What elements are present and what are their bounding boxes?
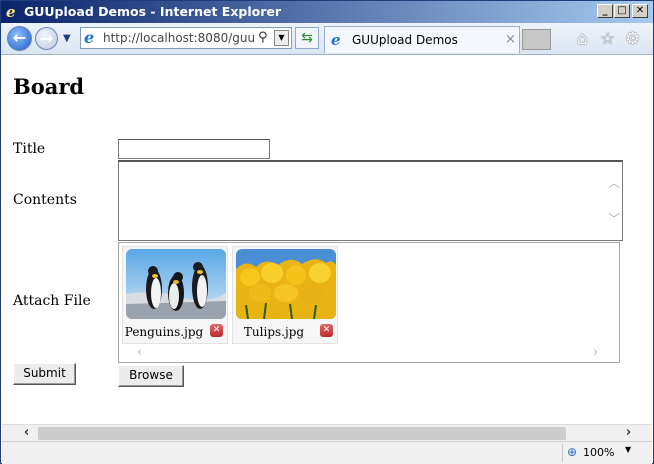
new-tab-button[interactable] <box>522 29 551 50</box>
contents-scrollbar[interactable]: ︿ ﹀ <box>605 162 622 240</box>
penguins-image <box>126 249 226 319</box>
favorites-star-icon[interactable]: ☆ <box>600 29 615 49</box>
zoom-control[interactable]: ⊕ 100% ▼ <box>562 444 642 462</box>
refresh-icon: ⇆ <box>301 30 313 46</box>
attachment-name: Tulips.jpg <box>243 325 305 339</box>
attachment-item[interactable]: Penguins.jpg ✕ <box>122 246 228 344</box>
home-icon[interactable]: ⌂ <box>577 29 588 49</box>
scroll-right-icon[interactable]: › <box>593 345 598 360</box>
tab-close-icon[interactable]: × <box>505 32 516 47</box>
recent-pages-dropdown-icon[interactable]: ▼ <box>63 33 71 44</box>
page-horizontal-scrollbar[interactable]: ‹ › <box>2 424 652 441</box>
attach-file-label: Attach File <box>13 293 91 309</box>
forward-button[interactable]: → <box>35 27 58 50</box>
submit-button[interactable]: Submit <box>13 363 76 385</box>
address-dropdown-icon[interactable]: ▼ <box>274 30 289 46</box>
compatibility-refresh-button[interactable]: ⇆ <box>295 27 319 49</box>
title-label: Title <box>13 141 46 157</box>
title-input[interactable] <box>118 139 270 159</box>
zoom-magnifier-icon: ⊕ <box>567 445 578 459</box>
page-title: Board <box>13 74 85 99</box>
status-bar: ⊕ 100% ▼ <box>2 441 652 464</box>
page-content: Board Title Contents ︿ ﹀ Attach File Pen… <box>2 56 652 424</box>
zoom-dropdown-icon[interactable]: ▼ <box>625 445 631 454</box>
tab-guupload-demos[interactable]: e GUUpload Demos × <box>324 26 520 53</box>
close-button[interactable]: ✕ <box>632 4 648 18</box>
title-bar: e GUUpload Demos - Internet Explorer _ □… <box>1 1 653 23</box>
tulips-image <box>236 249 336 319</box>
scroll-left-arrow-icon[interactable]: ‹ <box>18 425 35 442</box>
contents-textarea[interactable]: ︿ ﹀ <box>118 160 623 241</box>
scrollbar-thumb[interactable] <box>38 427 566 440</box>
gear-icon[interactable]: ⚙ <box>625 29 640 49</box>
address-bar[interactable]: e http://localhost:8080/guup ⚲ ▼ <box>80 27 292 49</box>
scroll-down-icon[interactable]: ﹀ <box>608 210 620 227</box>
attachment-scrollbar[interactable]: ‹ › <box>119 345 619 362</box>
browser-window: e GUUpload Demos - Internet Explorer _ □… <box>0 0 654 464</box>
navigation-toolbar: ← → ▼ e http://localhost:8080/guup ⚲ ▼ ⇆… <box>1 23 653 55</box>
minimize-button[interactable]: _ <box>597 4 613 18</box>
tab-label: GUUpload Demos <box>352 33 458 47</box>
scroll-up-icon[interactable]: ︿ <box>608 174 620 191</box>
delete-attachment-icon[interactable]: ✕ <box>210 324 223 337</box>
back-button[interactable]: ← <box>7 26 32 51</box>
maximize-button[interactable]: □ <box>614 4 630 18</box>
attachment-list: Penguins.jpg ✕ Tulips.jpg ✕ ‹ › <box>118 242 620 363</box>
attachment-name: Penguins.jpg <box>124 325 204 339</box>
scroll-right-arrow-icon[interactable]: › <box>620 425 637 442</box>
back-arrow-icon: ← <box>12 28 27 47</box>
window-title: GUUpload Demos - Internet Explorer <box>24 4 282 19</box>
tab-favicon-icon: e <box>331 31 341 49</box>
zoom-level: 100% <box>583 446 615 459</box>
scroll-left-icon[interactable]: ‹ <box>137 345 142 360</box>
ie-logo-icon: e <box>6 3 16 21</box>
attachment-item[interactable]: Tulips.jpg ✕ <box>232 246 338 344</box>
contents-label: Contents <box>13 192 77 208</box>
browse-button[interactable]: Browse <box>118 365 184 387</box>
delete-attachment-icon[interactable]: ✕ <box>320 324 333 337</box>
search-icon[interactable]: ⚲ <box>258 30 268 45</box>
page-favicon-icon: e <box>84 28 95 47</box>
address-url[interactable]: http://localhost:8080/guup <box>103 31 255 45</box>
forward-arrow-icon: → <box>39 29 54 48</box>
